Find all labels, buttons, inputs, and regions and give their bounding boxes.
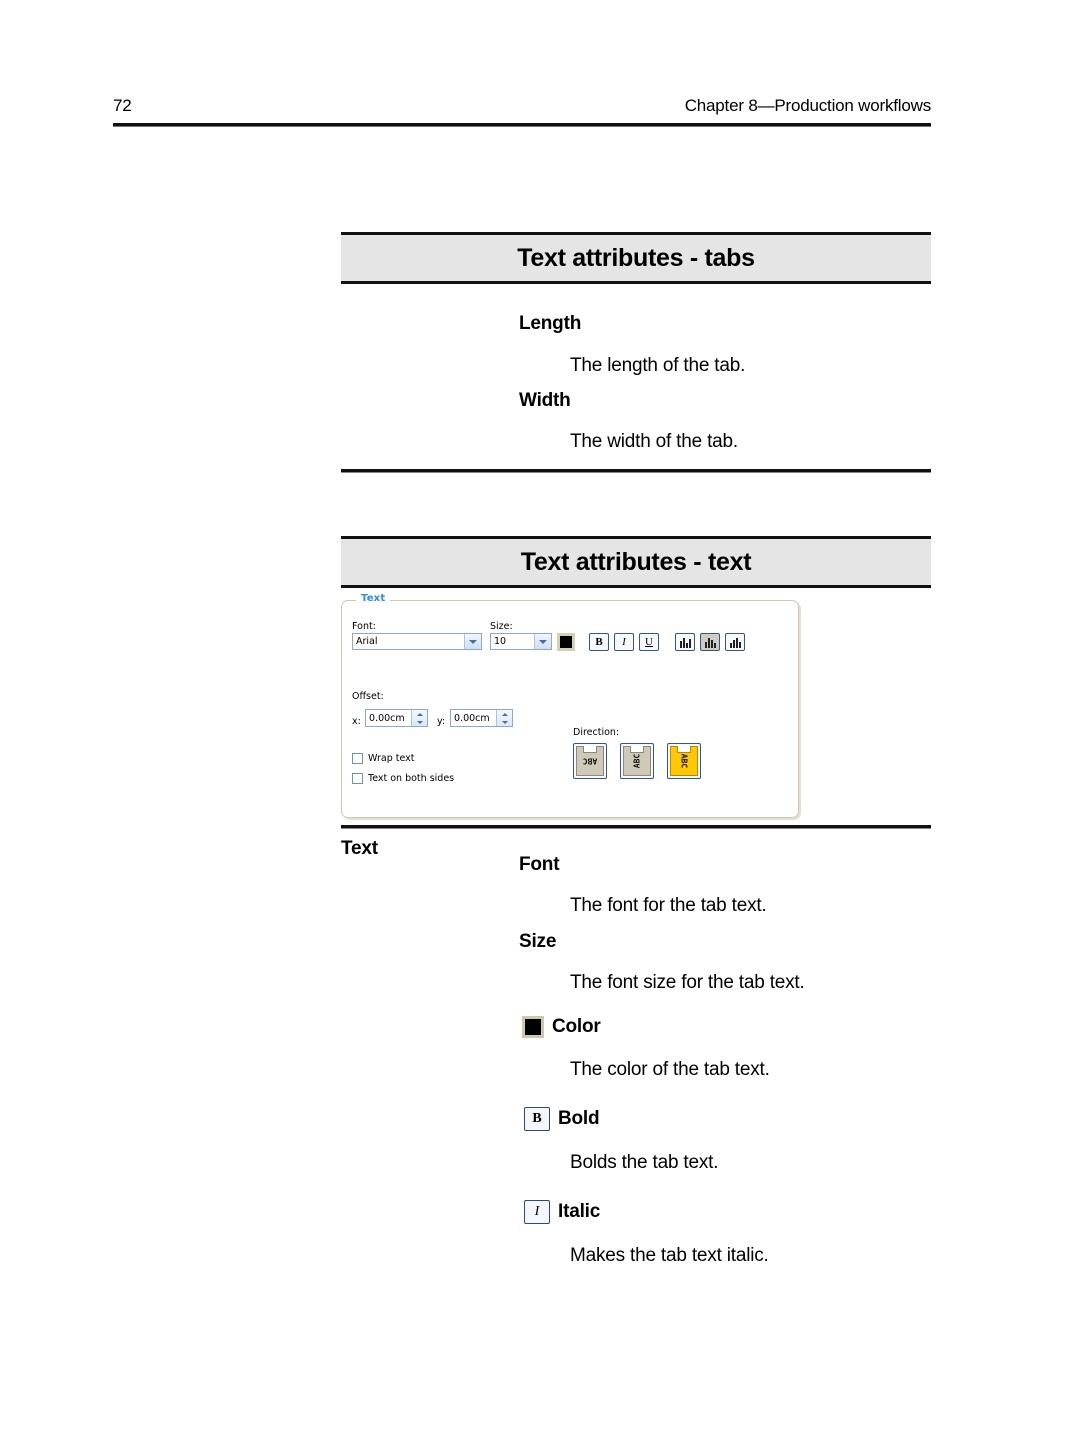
offset-y-spin-buttons[interactable] <box>496 710 512 726</box>
section-title: Text attributes - text <box>520 548 752 576</box>
section-rule-text-body <box>341 825 931 829</box>
page-number: 72 <box>113 96 132 115</box>
font-select[interactable]: Arial <box>352 633 482 650</box>
direction-rotated-ccw-button[interactable]: ABC <box>620 743 654 779</box>
bold-button[interactable]: B <box>589 633 609 651</box>
header-divider <box>113 123 931 127</box>
size-label: Size: <box>490 621 513 632</box>
dialog-group-legend: Text <box>356 593 391 604</box>
offset-x-spin-buttons[interactable] <box>411 710 427 726</box>
direction-glyph-text: ABC <box>632 753 642 769</box>
checkbox-box[interactable] <box>352 773 363 784</box>
chevron-down-icon[interactable] <box>464 634 481 649</box>
italic-button[interactable]: I <box>614 633 634 651</box>
chapter-title: Chapter 8—Production workflows <box>684 96 931 115</box>
wrap-text-label: Wrap text <box>368 753 415 764</box>
section-banner-text: Text attributes - text <box>341 536 931 588</box>
direction-glyph-text: ABC <box>679 753 689 769</box>
chevron-up-icon[interactable] <box>412 710 427 718</box>
definition-font: The font for the tab text. <box>570 895 767 916</box>
color-swatch-icon <box>522 1016 544 1038</box>
term-color: Color <box>552 1016 601 1037</box>
definition-length: The length of the tab. <box>570 355 746 376</box>
offset-x-label: x: <box>352 716 361 727</box>
term-font: Font <box>519 854 560 875</box>
offset-y-stepper[interactable]: 0.00cm <box>450 709 513 727</box>
offset-y-label: y: <box>437 716 446 727</box>
definition-color: The color of the tab text. <box>570 1059 770 1080</box>
block-label-text: Text <box>341 838 378 859</box>
size-select-value: 10 <box>494 636 507 647</box>
text-attributes-dialog: Text Font: Arial Size: 10 B I U Offset: … <box>341 593 799 818</box>
running-head: 72 Chapter 8—Production workflows <box>113 96 931 128</box>
direction-rotated-180-button[interactable]: ABC <box>573 743 607 779</box>
italic-icon: I <box>524 1200 550 1224</box>
direction-rotated-cw-button[interactable]: ABC <box>667 743 701 779</box>
definition-italic: Makes the tab text italic. <box>570 1245 769 1266</box>
text-on-both-sides-checkbox[interactable]: Text on both sides <box>352 773 454 784</box>
term-width: Width <box>519 390 571 411</box>
offset-label: Offset: <box>352 691 384 702</box>
direction-glyph-text: ABC <box>582 756 598 766</box>
term-italic: Italic <box>558 1201 601 1222</box>
font-label: Font: <box>352 621 376 632</box>
section-end-rule-tabs <box>341 469 931 473</box>
term-color-row: Color <box>522 1016 601 1038</box>
font-select-value: Arial <box>356 636 378 647</box>
text-on-both-sides-label: Text on both sides <box>368 773 455 784</box>
term-bold-row: B Bold <box>524 1107 600 1131</box>
tab-glyph: ABC <box>670 746 698 776</box>
chevron-down-icon[interactable] <box>497 718 512 726</box>
bold-icon: B <box>524 1107 550 1131</box>
checkbox-box[interactable] <box>352 753 363 764</box>
chevron-up-icon[interactable] <box>497 710 512 718</box>
align-right-button[interactable] <box>725 633 745 651</box>
definition-width: The width of the tab. <box>570 431 738 452</box>
offset-y-value: 0.00cm <box>454 712 490 724</box>
term-bold: Bold <box>558 1108 600 1129</box>
term-length: Length <box>519 313 582 334</box>
definition-size: The font size for the tab text. <box>570 972 805 993</box>
chevron-down-icon[interactable] <box>412 718 427 726</box>
offset-x-stepper[interactable]: 0.00cm <box>365 709 428 727</box>
text-color-swatch-button[interactable] <box>557 633 575 651</box>
term-size: Size <box>519 931 557 952</box>
tab-glyph: ABC <box>623 746 651 776</box>
section-banner-tabs: Text attributes - tabs <box>341 232 931 284</box>
chevron-down-icon[interactable] <box>534 634 551 649</box>
wrap-text-checkbox[interactable]: Wrap text <box>352 753 415 764</box>
definition-bold: Bolds the tab text. <box>570 1152 719 1173</box>
size-select[interactable]: 10 <box>490 633 552 650</box>
direction-label: Direction: <box>573 727 620 738</box>
align-center-button[interactable] <box>700 633 720 651</box>
align-left-button[interactable] <box>675 633 695 651</box>
underline-button[interactable]: U <box>639 633 659 651</box>
offset-x-value: 0.00cm <box>369 712 405 724</box>
term-italic-row: I Italic <box>524 1200 600 1224</box>
tab-glyph: ABC <box>576 746 604 776</box>
section-title: Text attributes - tabs <box>517 244 755 272</box>
